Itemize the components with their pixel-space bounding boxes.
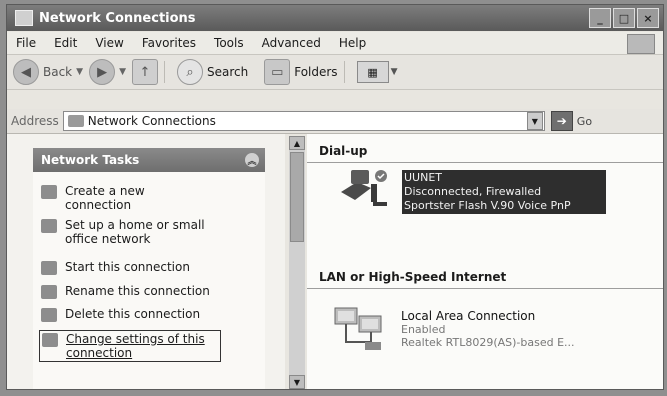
task-rename-connection[interactable]: Rename this connection — [41, 284, 210, 299]
connections-pane: Dial-up UUNET Disconnected, Firewalled S… — [307, 134, 663, 389]
back-label: Back — [43, 65, 73, 79]
task-setup-network[interactable]: Set up a home or small office network — [41, 218, 225, 246]
menu-view[interactable]: View — [86, 36, 132, 50]
forward-arrow-icon: ▶ — [89, 59, 116, 85]
lan-group-header: LAN or High-Speed Internet — [319, 270, 507, 284]
lan-connection-item[interactable]: Local Area Connection Enabled Realtek RT… — [401, 309, 575, 350]
task-label: Delete this connection — [65, 307, 201, 321]
forward-button[interactable]: ▶ ▼ — [89, 59, 126, 85]
collapse-icon[interactable]: ︽ — [245, 153, 259, 167]
task-label: Rename this connection — [65, 284, 210, 298]
rename-icon — [41, 285, 57, 299]
views-button[interactable]: ▦ — [356, 61, 389, 83]
toolbar: ◀ Back ▼ ▶ ▼ ↑ ⌕ Search ▭ Folders ▦ ▼ — [7, 55, 663, 90]
settings-icon — [42, 333, 58, 347]
task-create-connection[interactable]: Create a new connection — [41, 184, 185, 212]
views-dropdown-icon[interactable]: ▼ — [391, 67, 398, 77]
address-input[interactable]: Network Connections ▼ — [62, 111, 545, 131]
window-controls: _ □ × — [589, 8, 659, 28]
task-label: Change settings of this connection — [66, 332, 205, 360]
menu-advanced[interactable]: Advanced — [253, 36, 330, 50]
dialup-group-header: Dial-up — [319, 144, 368, 158]
menu-favorites[interactable]: Favorites — [133, 36, 205, 50]
task-delete-connection[interactable]: Delete this connection — [41, 307, 200, 322]
back-button[interactable]: ◀ Back ▼ — [13, 59, 83, 85]
folders-button[interactable]: ▭ Folders — [264, 59, 338, 85]
new-connection-icon — [41, 185, 57, 199]
search-button[interactable]: ⌕ Search — [176, 59, 249, 85]
menu-file[interactable]: File — [7, 36, 45, 50]
connection-status: Enabled — [401, 323, 446, 336]
folders-icon: ▭ — [264, 59, 291, 85]
task-label: Create a new connection — [65, 184, 145, 212]
address-label: Address — [11, 114, 59, 128]
network-tasks-title: Network Tasks — [41, 153, 140, 167]
scroll-down-icon[interactable]: ▼ — [289, 375, 305, 389]
group-divider — [307, 162, 663, 163]
dialup-connection-icon[interactable] — [337, 164, 393, 212]
minimize-button[interactable]: _ — [589, 8, 611, 28]
up-folder-icon: ↑ — [131, 59, 158, 85]
network-computers-icon — [334, 307, 382, 350]
connection-device: Realtek RTL8029(AS)-based E... — [401, 336, 575, 349]
go-arrow-icon: ➔ — [550, 111, 573, 131]
close-button[interactable]: × — [637, 8, 659, 28]
address-dropdown-icon[interactable]: ▼ — [526, 112, 543, 130]
group-divider — [307, 288, 663, 289]
folders-label: Folders — [294, 65, 338, 79]
lan-connection-icon[interactable] — [331, 302, 389, 358]
toolbar-separator — [343, 61, 345, 83]
back-arrow-icon: ◀ — [13, 59, 39, 85]
menu-help[interactable]: Help — [330, 36, 375, 50]
up-folder-button[interactable]: ↑ — [131, 59, 158, 85]
views-icon: ▦ — [367, 65, 378, 79]
connection-device: Sportster Flash V.90 Voice PnP — [404, 199, 571, 212]
vertical-scrollbar[interactable]: ▲ ▼ — [289, 136, 305, 389]
windows-logo-icon — [627, 34, 655, 54]
network-tasks-list: Create a new connection Set up a home or… — [33, 172, 265, 389]
maximize-button[interactable]: □ — [613, 8, 635, 28]
task-start-connection[interactable]: Start this connection — [41, 260, 190, 275]
menu-bar: File Edit View Favorites Tools Advanced … — [7, 32, 663, 55]
window-title: Network Connections — [39, 10, 196, 26]
address-value: Network Connections — [87, 114, 216, 128]
go-button[interactable]: ➔ Go — [550, 111, 593, 131]
forward-dropdown-icon[interactable]: ▼ — [119, 67, 126, 77]
toolbar-separator — [163, 61, 165, 83]
delete-icon — [41, 308, 57, 322]
start-connection-icon — [41, 261, 57, 275]
network-connections-icon — [15, 10, 33, 26]
network-connections-icon — [67, 115, 84, 127]
task-label: Set up a home or small office network — [65, 218, 205, 246]
search-icon: ⌕ — [176, 59, 203, 85]
scroll-up-icon[interactable]: ▲ — [289, 136, 305, 150]
connection-status: Disconnected, Firewalled — [404, 185, 542, 198]
search-label: Search — [206, 65, 249, 79]
go-label: Go — [576, 114, 593, 128]
menu-edit[interactable]: Edit — [45, 36, 86, 50]
menu-tools[interactable]: Tools — [205, 36, 253, 50]
network-tasks-header[interactable]: Network Tasks ︽ — [33, 148, 265, 172]
address-bar: Address Network Connections ▼ ➔ Go — [7, 109, 663, 134]
home-network-icon — [41, 219, 57, 233]
task-pane: Network Tasks ︽ Create a new connection … — [7, 134, 285, 389]
connection-name: UUNET — [404, 171, 443, 184]
task-label: Start this connection — [65, 260, 190, 274]
connection-name: Local Area Connection — [401, 309, 536, 323]
dialup-connection-item[interactable]: UUNET Disconnected, Firewalled Sportster… — [402, 170, 606, 214]
network-connections-window: Network Connections _ □ × File Edit View… — [6, 4, 664, 390]
task-change-settings[interactable]: Change settings of this connection — [39, 330, 221, 362]
title-bar[interactable]: Network Connections _ □ × — [7, 5, 663, 31]
back-dropdown-icon[interactable]: ▼ — [76, 67, 83, 77]
scroll-thumb[interactable] — [290, 152, 304, 242]
modem-icon — [341, 170, 387, 206]
